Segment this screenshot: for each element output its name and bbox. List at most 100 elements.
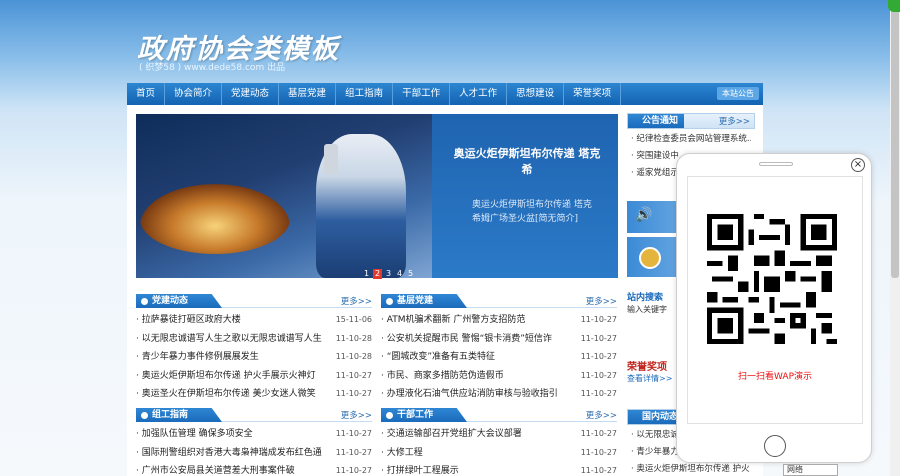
item-title[interactable]: 奥运火炬伊斯坦布尔传递 护火手展示火神灯 [136, 367, 324, 386]
list-item[interactable]: 国际刑警组织对香港大毒枭神瑞成发布红色通 11-10-27 [136, 444, 372, 463]
item-title[interactable]: 交通运输部召开党组扩大会议部署 [381, 425, 569, 444]
grassroots-box: 基层党建 更多>> ATM机骗术翻新 广州警方支招防范 11-10-27 公安机关… [381, 294, 617, 404]
banner-pager: 1 2 3 4 5 [362, 269, 415, 279]
item-date: 11-10-28 [335, 333, 372, 343]
list-item[interactable]: 青少年暴力事件修例展展发生 11-10-28 [136, 348, 372, 367]
item-date: 11-10-27 [580, 429, 617, 438]
news-list: 加强队伍管理 确保多项安全 11-10-27 国际刑警组织对香港大毒枭神瑞成发布红… [136, 425, 372, 476]
item-title[interactable]: 青少年暴力事件修例展展发生 [136, 348, 324, 367]
item-title[interactable]: 大修工程 [381, 444, 569, 463]
list-item[interactable]: 打拼绿叶工程展示 11-10-27 [381, 462, 617, 476]
main-content: 奥运火炬伊斯坦布尔传递 塔克希 奥运火炬伊斯坦布尔传递 塔克希姆广场圣火盆[简无… [127, 105, 763, 476]
item-title[interactable]: 办理液化石油气供应站消防审核与验收指引 [381, 385, 569, 404]
nav-item-party-news[interactable]: 党建动态 [222, 83, 280, 105]
qr-popup: × 扫一扫看WAP演示 [676, 153, 872, 463]
nav-item-cadre[interactable]: 干部工作 [393, 83, 451, 105]
banner-slider[interactable]: 奥运火炬伊斯坦布尔传递 塔克希 奥运火炬伊斯坦布尔传递 塔克希姆广场圣火盆[简无… [136, 114, 618, 279]
list-item[interactable]: 市民、商家多措防范伪造假币 11-10-27 [381, 367, 617, 386]
pager-button-5[interactable]: 5 [406, 269, 415, 279]
scrollbar-thumb[interactable] [891, 8, 899, 278]
list-item[interactable]: 奥运圣火在伊斯坦布尔传递 美少女迷人微笑 11-10-27 [136, 385, 372, 404]
item-date: 11-10-27 [580, 466, 617, 475]
item-date: 11-10-27 [335, 429, 372, 438]
more-link[interactable]: 更多>> [586, 295, 617, 307]
nav-item-talent[interactable]: 人才工作 [450, 83, 508, 105]
banner-description: 奥运火炬伊斯坦布尔传递 塔克希姆广场圣火盆[简无简介] [472, 200, 592, 224]
item-title[interactable]: 国际刑警组织对香港大毒枭神瑞成发布红色通 [136, 444, 324, 463]
item-title[interactable]: 广州市公安局县关道营差大刑事案件破 [136, 462, 324, 476]
cadre-box: 干部工作 更多>> 交通运输部召开党组扩大会议部署 11-10-27 大修工程 11… [381, 408, 617, 476]
torch-shape [324, 144, 338, 174]
sidebar-title: 公告通知 [628, 114, 685, 128]
header: 政府协会类模板 ( 织梦58 ) www.dede58.com 出品 [0, 0, 900, 82]
list-item[interactable]: 奥运火炬伊斯坦布尔传递 护火手展示火神灯 11-10-27 [136, 367, 372, 386]
list-item[interactable]: ATM机骗术翻新 广州警方支招防范 11-10-27 [381, 311, 617, 330]
item-title[interactable]: 拉萨暴徒打砸区政府大楼 [136, 311, 324, 330]
item-title[interactable]: 加强队伍管理 确保多项安全 [136, 425, 324, 444]
phone-home-button [764, 435, 786, 457]
news-list: 交通运输部召开党组扩大会议部署 11-10-27 大修工程 11-10-27 打拼绿… [381, 425, 617, 476]
item-title[interactable]: 奥运圣火在伊斯坦布尔传递 美少女迷人微笑 [136, 385, 324, 404]
nav-item-home[interactable]: 首页 [127, 83, 166, 105]
item-title[interactable]: 公安机关提醒市民 警惕“银卡消费”短信诈 [381, 330, 569, 349]
status-indicator [888, 0, 900, 12]
pager-button-2[interactable]: 2 [373, 269, 382, 279]
banner-image[interactable] [136, 114, 432, 278]
close-icon[interactable]: × [851, 158, 865, 172]
list-item[interactable]: 纪律检查委员会网站管理系统... [631, 131, 751, 148]
list-item[interactable]: 加强队伍管理 确保多项安全 11-10-27 [136, 425, 372, 444]
news-list: ATM机骗术翻新 广州警方支招防范 11-10-27 公安机关提醒市民 警惕“银卡… [381, 311, 617, 404]
news-list: 拉萨暴徒打砸区政府大楼 15-11-06 以无限忠诚谱写人生之歌以无限忠诚谱写人生… [136, 311, 372, 404]
emblem-icon [639, 247, 661, 269]
nav-item-grassroots[interactable]: 基层党建 [279, 83, 337, 105]
item-date: 11-10-27 [335, 370, 372, 380]
main-nav: 首页 协会简介 党建动态 基层党建 组工指南 干部工作 人才工作 思想建设 荣誉… [127, 83, 763, 105]
more-link[interactable]: 更多>> [719, 115, 750, 127]
box-title: 干部工作 [381, 408, 467, 422]
pager-button-4[interactable]: 4 [395, 269, 404, 279]
item-title[interactable]: 市民、商家多措防范伪造假币 [381, 367, 569, 386]
qr-caption: 扫一扫看WAP演示 [738, 372, 812, 382]
party-news-box: 党建动态 更多>> 拉萨暴徒打砸区政府大楼 15-11-06 以无限忠诚谱写人生之… [136, 294, 372, 404]
more-link[interactable]: 更多>> [341, 409, 372, 421]
nav-item-about[interactable]: 协会简介 [165, 83, 223, 105]
item-date: 11-10-27 [580, 447, 617, 457]
org-guide-box: 组工指南 更多>> 加强队伍管理 确保多项安全 11-10-27 国际刑警组织对香… [136, 408, 372, 476]
nav-item-org-guide[interactable]: 组工指南 [336, 83, 394, 105]
list-item[interactable]: 公安机关提醒市民 警惕“银卡消费”短信诈 11-10-27 [381, 330, 617, 349]
item-title[interactable]: 打拼绿叶工程展示 [381, 462, 569, 476]
pager-button-1[interactable]: 1 [362, 269, 371, 279]
item-title[interactable]: ATM机骗术翻新 广州警方支招防范 [381, 311, 569, 330]
list-item[interactable]: 办理液化石油气供应站消防审核与验收指引 11-10-27 [381, 385, 617, 404]
item-date: 11-10-28 [335, 352, 372, 361]
box-header: 组工指南 更多>> [136, 408, 372, 422]
speaker-icon: 🔊 [635, 207, 653, 223]
qr-code-icon [707, 214, 837, 344]
more-link[interactable]: 更多>> [586, 409, 617, 421]
banner-title[interactable]: 奥运火炬伊斯坦布尔传递 塔克希 [452, 146, 602, 178]
list-item[interactable]: 拉萨暴徒打砸区政府大楼 15-11-06 [136, 311, 372, 330]
box-title: 基层党建 [381, 294, 467, 308]
nav-notice-button[interactable]: 本站公告 [717, 87, 759, 100]
item-date: 11-10-27 [335, 466, 372, 475]
pager-button-3[interactable]: 3 [384, 269, 393, 279]
item-date: 11-10-27 [335, 447, 372, 457]
box-header: 基层党建 更多>> [381, 294, 617, 308]
scrollbar[interactable] [890, 0, 900, 476]
list-item[interactable]: 以无限忠诚谱写人生之歌以无限忠诚谱写人生 11-10-28 [136, 330, 372, 349]
list-item[interactable]: 大修工程 11-10-27 [381, 444, 617, 463]
list-item[interactable]: “圆城改变”准备有五类特征 11-10-27 [381, 348, 617, 367]
list-item[interactable]: 奥运火炬伊斯坦布尔传递 护火 [631, 461, 751, 476]
item-title[interactable]: 以无限忠诚谱写人生之歌以无限忠诚谱写人生 [136, 330, 324, 349]
list-item[interactable]: 交通运输部召开党组扩大会议部署 11-10-27 [381, 425, 617, 444]
nav-item-ideology[interactable]: 思想建设 [507, 83, 565, 105]
item-date: 11-10-27 [580, 370, 617, 380]
item-date: 11-10-27 [335, 389, 372, 398]
sidebar-header: 公告通知 更多>> [627, 113, 755, 129]
item-title[interactable]: “圆城改变”准备有五类特征 [381, 348, 569, 367]
nav-item-honors[interactable]: 荣誉奖项 [564, 83, 622, 105]
footer-select[interactable]: 网络 [783, 464, 838, 476]
list-item[interactable]: 广州市公安局县关道营差大刑事案件破 11-10-27 [136, 462, 372, 476]
more-link[interactable]: 更多>> [341, 295, 372, 307]
item-date: 11-10-27 [580, 315, 617, 324]
